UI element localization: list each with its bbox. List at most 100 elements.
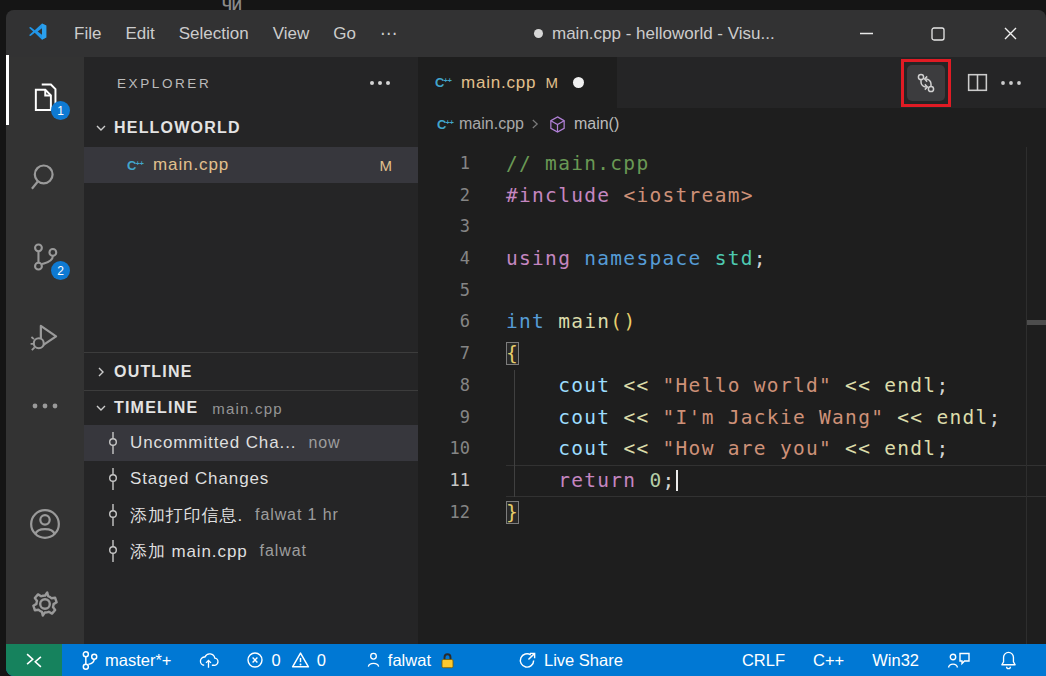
window-controls	[830, 10, 1046, 57]
tab-dirty-dot-icon	[573, 77, 584, 88]
activity-search[interactable]	[6, 137, 84, 217]
line-number: 3	[418, 211, 506, 243]
activity-bar: 1 2	[6, 57, 84, 644]
explorer-empty-space	[84, 183, 418, 352]
feedback-status[interactable]	[933, 644, 985, 676]
timeline-item-uncommitted[interactable]: Uncommitted Cha... now	[84, 425, 418, 461]
code-editor[interactable]: 1// main.cpp2#include <iostream>34using …	[418, 140, 1046, 644]
breadcrumb: C ++ main.cpp main()	[418, 108, 1046, 140]
live-share-status[interactable]: Live Share	[505, 644, 636, 676]
platform-status[interactable]: Win32	[858, 644, 933, 676]
code-text: }	[506, 497, 1046, 529]
code-line-3[interactable]: 3	[418, 211, 1046, 243]
sync-status[interactable]	[184, 644, 233, 676]
cpp-file-icon: C ++	[437, 116, 455, 133]
activity-account[interactable]	[6, 484, 84, 564]
activity-explorer[interactable]: 1	[6, 57, 84, 137]
menu-more[interactable]: ⋯	[368, 10, 409, 57]
git-commit-icon	[105, 540, 121, 562]
language-status[interactable]: C++	[799, 644, 858, 676]
open-changes-button[interactable]	[907, 65, 945, 101]
maximize-button[interactable]	[902, 10, 974, 57]
menu-view[interactable]: View	[261, 10, 322, 57]
code-line-10[interactable]: 10 cout << "How are you" << endl;	[418, 433, 1046, 465]
section-outline[interactable]: OUTLINE	[84, 352, 418, 390]
menu-edit[interactable]: Edit	[113, 10, 166, 57]
line-number: 5	[418, 275, 506, 307]
file-row-maincpp[interactable]: C ++ main.cpp M	[84, 147, 418, 183]
menu-selection[interactable]: Selection	[167, 10, 261, 57]
split-editor-button[interactable]	[960, 70, 994, 95]
activity-source-control[interactable]: 2	[6, 217, 84, 297]
line-number: 6	[418, 306, 506, 338]
scrollbar-divider	[1026, 147, 1027, 644]
line-number: 12	[418, 497, 506, 529]
timeline-item-commit1[interactable]: 添加打印信息. falwat 1 hr	[84, 497, 418, 533]
tab-maincpp[interactable]: C ++ main.cpp M	[418, 57, 617, 108]
code-line-6[interactable]: 6int main()	[418, 306, 1046, 338]
sidebar-explorer: EXPLORER HELLOWORLD C ++ main.cpp M OUTL…	[84, 57, 418, 644]
vscode-logo-icon	[24, 21, 50, 47]
code-line-5[interactable]: 5	[418, 275, 1046, 307]
svg-text:++: ++	[446, 118, 455, 127]
indent-guide	[514, 370, 515, 497]
ellipsis-icon	[368, 79, 392, 87]
section-helloworld[interactable]: HELLOWORLD	[84, 109, 418, 147]
sidebar-more-actions[interactable]	[368, 79, 404, 87]
breadcrumb-file[interactable]: main.cpp	[459, 115, 524, 133]
bell-icon	[999, 650, 1018, 670]
menu-go[interactable]: Go	[321, 10, 368, 57]
menu-file[interactable]: File	[62, 10, 113, 57]
window-title: main.cpp - helloworld - Visu...	[534, 10, 775, 57]
notifications-status[interactable]	[985, 644, 1034, 676]
chevron-right-icon	[92, 364, 110, 380]
symbol-method-icon	[548, 115, 567, 134]
code-text: cout << "How are you" << endl;	[506, 433, 1046, 465]
code-line-4[interactable]: 4using namespace std;	[418, 243, 1046, 275]
code-line-9[interactable]: 9 cout << "I'm Jackie Wang" << endl;	[418, 402, 1046, 434]
scm-badge: 2	[51, 261, 70, 280]
close-button[interactable]	[974, 10, 1046, 57]
timeline-item-commit2[interactable]: 添加 main.cpp falwat	[84, 533, 418, 569]
code-line-11[interactable]: 11 return 0;	[418, 465, 1046, 497]
split-editor-icon	[965, 70, 990, 95]
code-line-2[interactable]: 2#include <iostream>	[418, 180, 1046, 212]
code-text: using namespace std;	[506, 243, 1046, 275]
code-text: cout << "Hello world" << endl;	[506, 370, 1046, 402]
screen-top-remnant: ЧИ	[0, 0, 1046, 10]
code-line-8[interactable]: 8 cout << "Hello world" << endl;	[418, 370, 1046, 402]
status-bar: master*+ 0 0 fa	[6, 644, 1046, 676]
code-line-7[interactable]: 7{	[418, 338, 1046, 370]
activity-more[interactable]	[6, 377, 84, 435]
cpp-file-icon: C ++	[127, 157, 145, 174]
eol-status[interactable]: CRLF	[728, 644, 799, 676]
timeline-item-staged[interactable]: Staged Changes	[84, 461, 418, 497]
code-text: // main.cpp	[506, 148, 1046, 180]
branch-status[interactable]: master*+	[68, 644, 184, 676]
line-number: 11	[418, 465, 506, 497]
code-line-12[interactable]: 12}	[418, 497, 1046, 529]
activity-settings[interactable]	[6, 564, 84, 644]
code-line-1[interactable]: 1// main.cpp	[418, 148, 1046, 180]
minimize-button[interactable]	[830, 10, 902, 57]
breadcrumb-symbol[interactable]: main()	[574, 115, 619, 133]
section-timeline[interactable]: TIMELINE main.cpp	[84, 390, 418, 425]
scrollbar-marker[interactable]	[1027, 320, 1046, 325]
line-number: 9	[418, 402, 506, 434]
red-annotation-box	[901, 59, 951, 107]
line-number: 10	[418, 433, 506, 465]
line-number: 7	[418, 338, 506, 370]
code-text: int main()	[506, 306, 1046, 338]
user-status[interactable]: falwat	[353, 644, 469, 676]
remote-indicator-button[interactable]	[6, 644, 62, 676]
editor-actions	[901, 57, 1028, 108]
problems-status[interactable]: 0 0	[233, 644, 338, 676]
git-compare-icon	[914, 71, 938, 95]
error-icon	[246, 651, 264, 669]
activity-run-debug[interactable]	[6, 297, 84, 377]
titlebar: File Edit Selection View Go ⋯ main.cpp -…	[6, 10, 1046, 57]
top-remnant-text: ЧИ	[222, 0, 242, 10]
tab-label: main.cpp	[461, 73, 536, 93]
editor-more-actions-button[interactable]	[994, 79, 1028, 87]
remote-icon	[24, 652, 44, 669]
